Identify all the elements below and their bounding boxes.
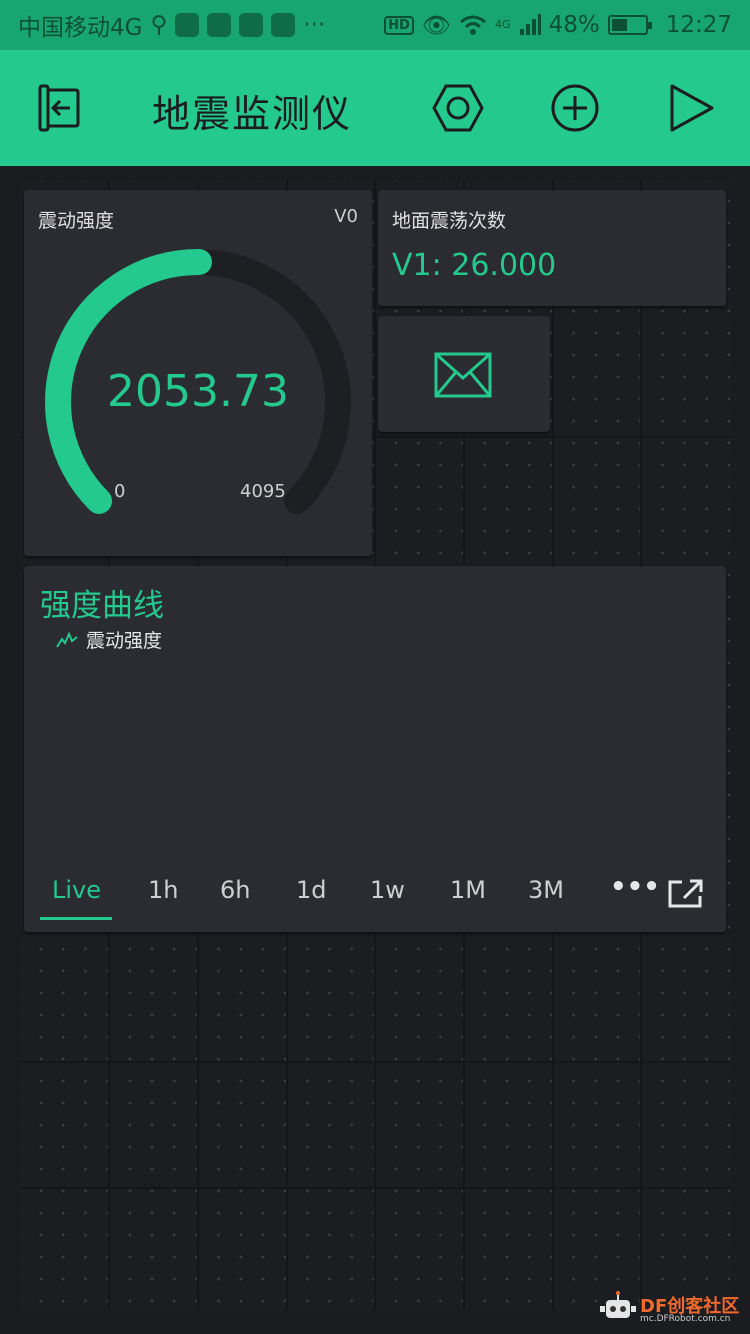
tab-3m[interactable]: 3M bbox=[528, 876, 564, 904]
signal-icon bbox=[519, 14, 541, 35]
network-type: 4G bbox=[495, 17, 511, 31]
legend-label: 震动强度 bbox=[86, 630, 163, 652]
tab-1m[interactable]: 1M bbox=[450, 876, 486, 904]
add-circle-icon[interactable] bbox=[547, 80, 603, 136]
battery-icon bbox=[607, 15, 652, 35]
superchart-widget[interactable]: 强度曲线 震动强度 Live 1h 6h 1d 1w 1M 3M ••• bbox=[24, 566, 726, 932]
app-notification-icon bbox=[239, 13, 264, 37]
gauge-max: 4095 bbox=[240, 481, 286, 502]
clock: 12:27 bbox=[665, 12, 732, 38]
play-icon[interactable] bbox=[664, 80, 720, 136]
gauge-min: 0 bbox=[114, 481, 126, 502]
tab-6h[interactable]: 6h bbox=[220, 876, 250, 904]
mail-icon bbox=[434, 352, 492, 398]
line-chart-icon bbox=[56, 631, 78, 648]
labeled-value-label: 地面震荡次数 bbox=[392, 210, 507, 232]
app-bar: 地震监测仪 bbox=[0, 50, 750, 166]
settings-hex-icon[interactable] bbox=[430, 80, 486, 136]
status-bar: 中国移动4G ⚲ ··· HD 👁 4G 48% 12:27 bbox=[0, 0, 750, 50]
tab-1h[interactable]: 1h bbox=[148, 876, 178, 904]
battery-fill bbox=[611, 19, 628, 31]
app-notification-icon bbox=[271, 13, 296, 37]
more-dots-icon[interactable]: ••• bbox=[610, 872, 660, 902]
eye-icon: 👁 bbox=[421, 12, 452, 39]
app-notification-icon bbox=[207, 13, 232, 37]
labeled-value-value: V1: 26.000 bbox=[392, 248, 557, 283]
exit-icon[interactable] bbox=[32, 80, 88, 136]
watermark-url: mc.DFRobot.com.cn bbox=[640, 1314, 731, 1324]
app-notification-icon bbox=[175, 13, 200, 37]
time-range-tabs: Live 1h 6h 1d 1w 1M 3M ••• bbox=[38, 872, 718, 916]
email-widget[interactable] bbox=[378, 316, 550, 432]
hd-badge: HD bbox=[384, 15, 414, 35]
gauge-value: 2053.73 bbox=[107, 366, 289, 417]
chart-legend[interactable]: 震动强度 bbox=[56, 626, 162, 653]
battery-percent: 48% bbox=[548, 12, 600, 38]
tab-1w[interactable]: 1w bbox=[370, 876, 405, 904]
gauge-widget[interactable]: 震动强度 V0 2053.73 0 4095 bbox=[24, 190, 372, 556]
tab-live[interactable]: Live bbox=[52, 876, 101, 904]
grid-divider bbox=[20, 1061, 730, 1063]
robot-logo-icon bbox=[600, 1291, 636, 1318]
labeled-value-widget[interactable]: 地面震荡次数 V1: 26.000 bbox=[378, 190, 726, 306]
open-external-icon[interactable] bbox=[668, 878, 704, 908]
tab-1d[interactable]: 1d bbox=[296, 876, 327, 904]
wifi-icon bbox=[460, 15, 487, 35]
watermark: DF创客社区 mc.DFRobot.com.cn bbox=[596, 1286, 746, 1330]
usb-icon: ⚲ bbox=[150, 12, 168, 38]
active-tab-indicator bbox=[40, 917, 112, 920]
grid-divider bbox=[20, 1187, 730, 1189]
chart-title: 强度曲线 bbox=[40, 588, 164, 624]
carrier-label: 中国移动4G bbox=[18, 15, 143, 41]
more-notifications-icon: ··· bbox=[303, 12, 326, 38]
page-title: 地震监测仪 bbox=[152, 92, 353, 136]
